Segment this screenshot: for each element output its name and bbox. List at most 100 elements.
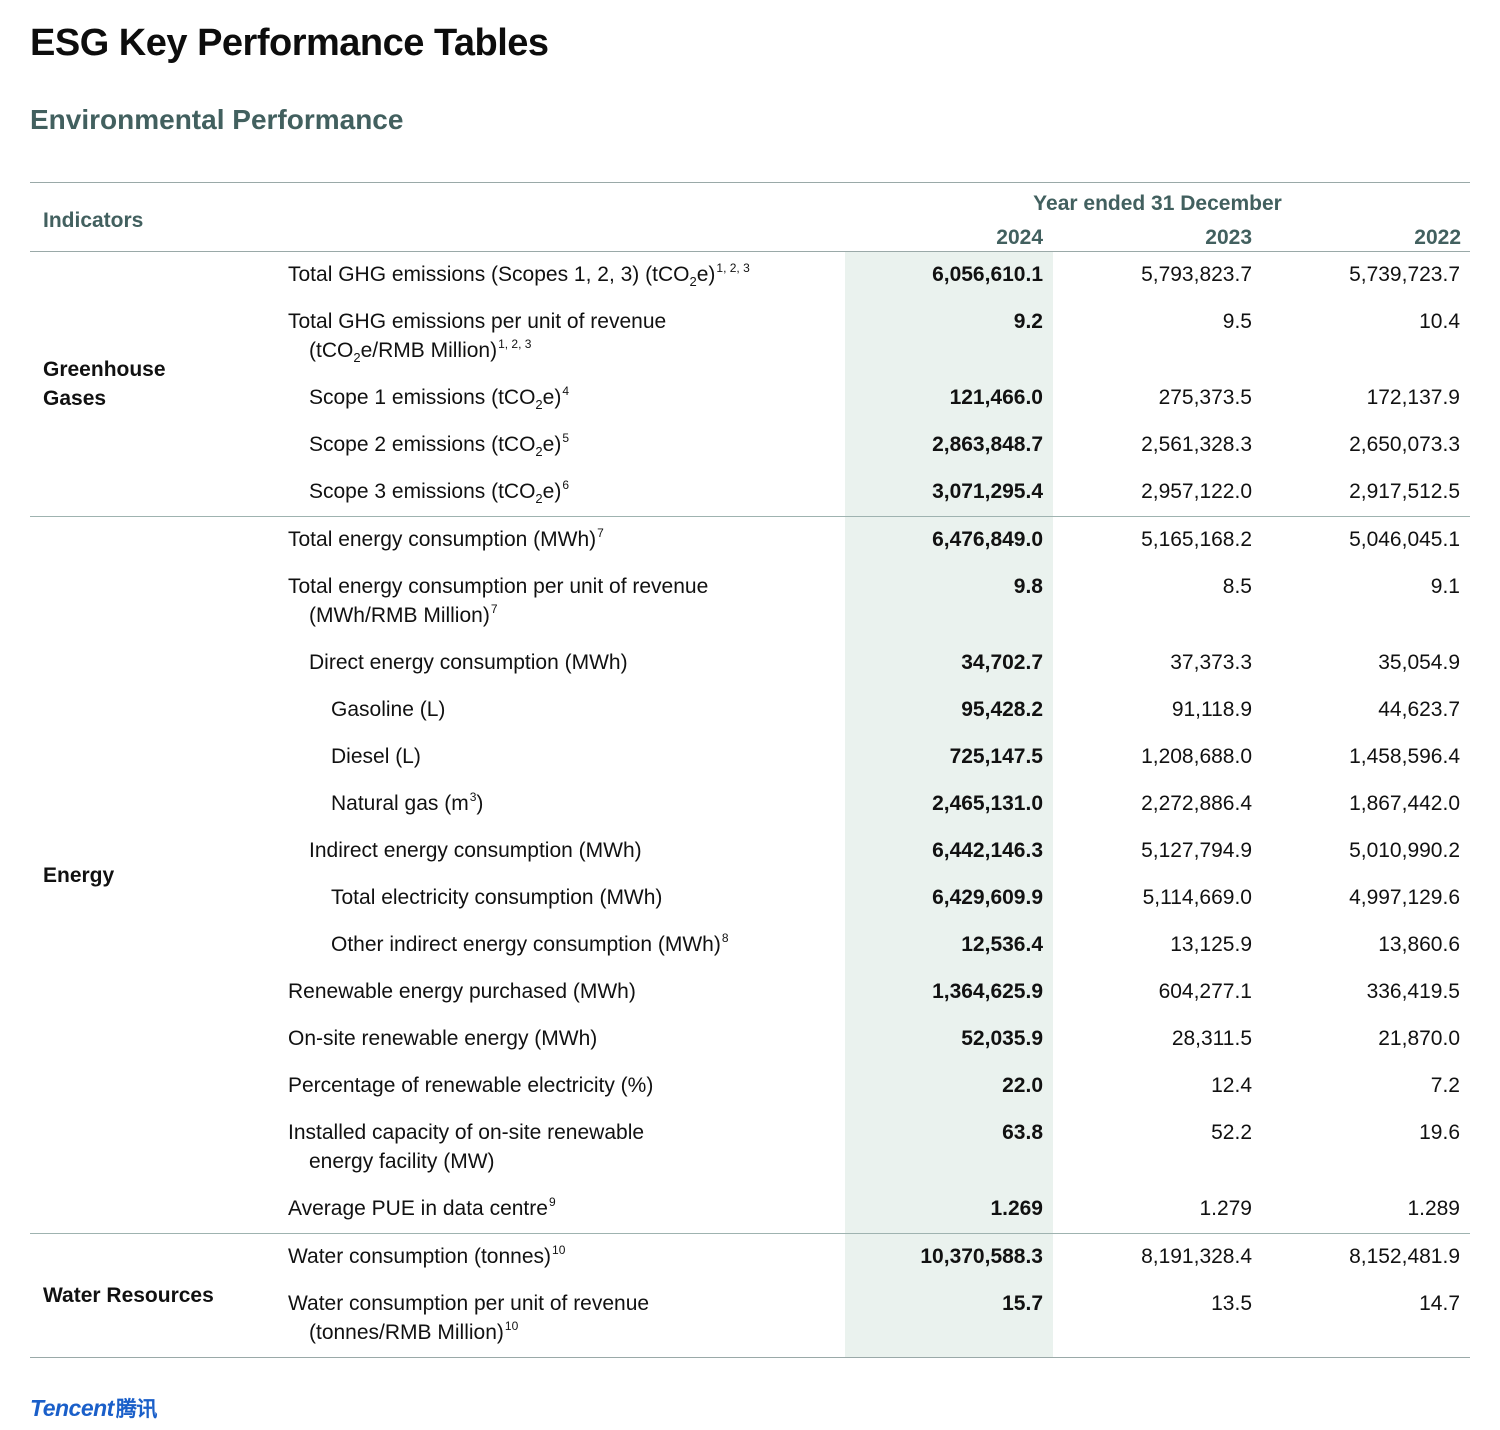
label-text: Scope 1 emissions (tCO	[309, 386, 536, 409]
value-2022: 336,419.5	[1366, 980, 1460, 1003]
value-2024: 15.7	[1002, 1292, 1043, 1315]
value-2024: 1.269	[990, 1197, 1043, 1220]
label-text: Average PUE in data centre	[288, 1197, 548, 1220]
indicator-label: Natural gas (m3)	[288, 789, 845, 818]
group-rows: Water consumption (tonnes)10 10,370,588.3…	[288, 1234, 1470, 1357]
indicator-label-continued: (MWh/RMB Million)7	[288, 601, 845, 630]
label-text: Other indirect energy consumption (MWh)	[331, 933, 721, 956]
category-label: Energy	[30, 517, 288, 1233]
value-2022: 19.6	[1419, 1121, 1460, 1144]
year-header-2024: 2024	[996, 226, 1043, 249]
value-2023: 13.5	[1211, 1292, 1252, 1315]
row-group: Energy Total energy consumption (MWh)7 6,4…	[30, 517, 1470, 1234]
label-text: (tCO	[309, 339, 354, 362]
value-2024: 9.8	[1013, 575, 1043, 598]
table-row: Water consumption per unit of revenue (to…	[288, 1281, 1470, 1357]
table-body: Greenhouse Gases Total GHG emissions (Scop…	[30, 252, 1470, 1358]
logo-text: Tencent	[30, 1395, 114, 1421]
value-2024: 2,863,848.7	[932, 433, 1043, 456]
value-2024: 52,035.9	[961, 1027, 1043, 1050]
category-line: Greenhouse	[43, 358, 166, 381]
label-text: Renewable energy purchased (MWh)	[288, 980, 636, 1003]
label-text: Natural gas (m	[331, 792, 469, 815]
value-2024: 22.0	[1002, 1074, 1043, 1097]
value-2024: 2,465,131.0	[932, 792, 1043, 815]
value-2022: 5,010,990.2	[1349, 839, 1460, 862]
label-text: Gasoline (L)	[331, 698, 446, 721]
value-2023: 8.5	[1222, 575, 1252, 598]
indicator-label-continued: (tonnes/RMB Million)10	[288, 1318, 845, 1347]
footnote-ref: 5	[562, 431, 570, 445]
indicator-label: Installed capacity of on-site renewable e…	[288, 1118, 845, 1176]
row-group: Water Resources Water consumption (tonnes…	[30, 1234, 1470, 1358]
value-2024: 121,466.0	[949, 386, 1043, 409]
value-2022: 1,867,442.0	[1349, 792, 1460, 815]
indicator-label: Scope 1 emissions (tCO2e)4	[288, 383, 845, 412]
value-2023: 13,125.9	[1170, 933, 1252, 956]
indicator-label: Indirect energy consumption (MWh)	[288, 836, 845, 865]
value-2024: 34,702.7	[961, 651, 1043, 674]
value-2022: 35,054.9	[1378, 651, 1460, 674]
table-row: Direct energy consumption (MWh) 34,702.7 3…	[288, 640, 1470, 687]
year-header-2023: 2023	[1205, 226, 1252, 249]
indicator-label: Scope 3 emissions (tCO2e)6	[288, 477, 845, 506]
tencent-logo: Tencent腾讯	[30, 1393, 157, 1423]
label-text: Scope 2 emissions (tCO	[309, 433, 536, 456]
table-row: Water consumption (tonnes)10 10,370,588.3…	[288, 1234, 1470, 1281]
category-line: Water Resources	[43, 1284, 214, 1307]
label-text: )	[476, 792, 484, 815]
group-rows: Total energy consumption (MWh)7 6,476,849…	[288, 517, 1470, 1233]
value-2023: 2,272,886.4	[1141, 792, 1252, 815]
indicator-label: Total energy consumption (MWh)7	[288, 525, 845, 554]
value-2022: 5,046,045.1	[1349, 528, 1460, 551]
value-2022: 10.4	[1419, 310, 1460, 333]
table-row: Scope 2 emissions (tCO2e)5 2,863,848.7 2,5…	[288, 422, 1470, 469]
table-row: Diesel (L) 725,147.5 1,208,688.0 1,458,596.…	[288, 734, 1470, 781]
value-2023: 52.2	[1211, 1121, 1252, 1144]
year-header-2022: 2022	[1414, 226, 1461, 249]
value-2022: 13,860.6	[1378, 933, 1460, 956]
label-text: Water consumption (tonnes)	[288, 1245, 552, 1268]
group-rows: Total GHG emissions (Scopes 1, 2, 3) (tC…	[288, 252, 1470, 516]
value-2023: 1,208,688.0	[1141, 745, 1252, 768]
value-2022: 2,917,512.5	[1349, 480, 1460, 503]
indicator-label: Total GHG emissions per unit of revenue (…	[288, 307, 845, 365]
subscript: 2	[535, 491, 543, 506]
value-2023: 5,114,669.0	[1142, 886, 1252, 909]
table-row: Installed capacity of on-site renewable e…	[288, 1110, 1470, 1186]
indicator-label-continued: (tCO2e/RMB Million)1, 2, 3	[288, 336, 845, 365]
category-label: Greenhouse Gases	[30, 252, 288, 516]
value-2024: 12,536.4	[961, 933, 1043, 956]
indicator-label: On-site renewable energy (MWh)	[288, 1024, 845, 1053]
category-line: Gases	[43, 387, 107, 410]
value-2023: 5,793,823.7	[1141, 263, 1252, 286]
table-row: Gasoline (L) 95,428.2 91,118.9 44,623.7	[288, 687, 1470, 734]
label-text: Indirect energy consumption (MWh)	[309, 839, 642, 862]
kpi-table: Indicators Year ended 31 December 2024 2…	[30, 182, 1470, 1358]
value-2024: 6,442,146.3	[932, 839, 1043, 862]
label-text: e)	[542, 433, 562, 456]
subscript: 2	[353, 350, 361, 365]
footnote-ref: 7	[490, 602, 498, 616]
value-2022: 21,870.0	[1378, 1027, 1460, 1050]
value-2022: 1.289	[1407, 1197, 1460, 1220]
label-text: e)	[542, 480, 562, 503]
value-2024: 9.2	[1013, 310, 1043, 333]
indicator-label: Scope 2 emissions (tCO2e)5	[288, 430, 845, 459]
value-2023: 9.5	[1222, 310, 1252, 333]
value-2023: 5,127,794.9	[1141, 839, 1252, 862]
indicator-label: Total energy consumption per unit of rev…	[288, 572, 845, 630]
value-2024: 95,428.2	[961, 698, 1043, 721]
value-2022: 8,152,481.9	[1349, 1245, 1460, 1268]
table-row: Natural gas (m3) 2,465,131.0 2,272,886.4 1,…	[288, 781, 1470, 828]
logo-chinese: 腾讯	[115, 1398, 158, 1421]
page-title: ESG Key Performance Tables	[30, 22, 549, 64]
value-2023: 91,118.9	[1171, 698, 1252, 721]
table-row: Total energy consumption (MWh)7 6,476,849…	[288, 517, 1470, 564]
value-2023: 2,957,122.0	[1141, 480, 1252, 503]
value-2024: 6,056,610.1	[932, 263, 1043, 286]
label-text: energy facility (MW)	[309, 1150, 495, 1173]
value-2022: 172,137.9	[1366, 386, 1460, 409]
footnote-ref: 10	[552, 1243, 566, 1257]
value-2023: 1.279	[1199, 1197, 1252, 1220]
